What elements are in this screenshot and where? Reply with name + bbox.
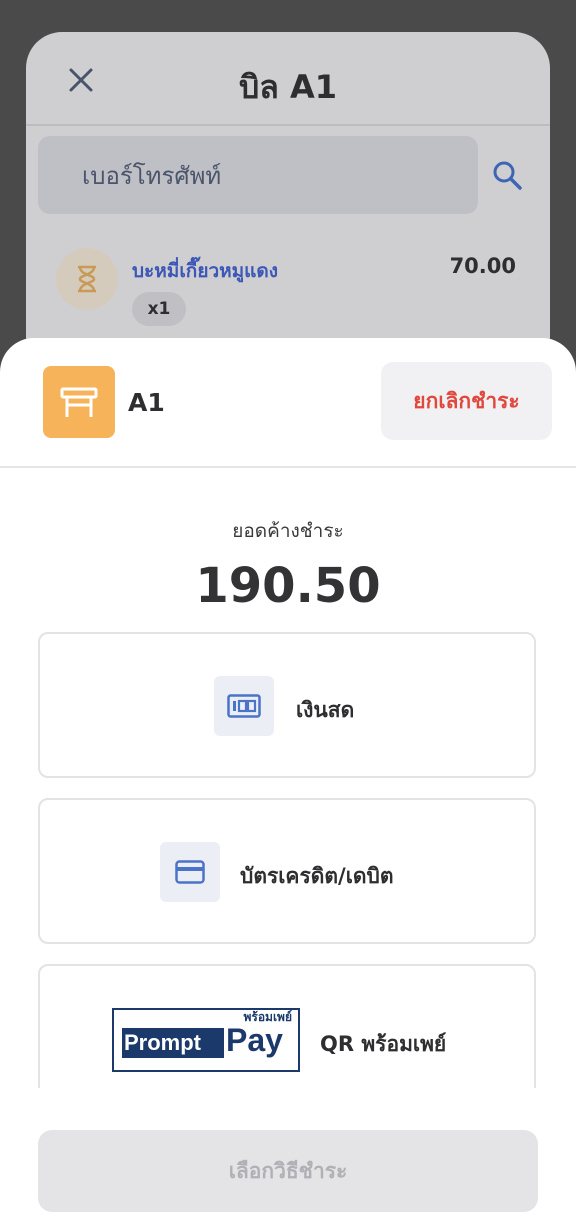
cancel-payment-button[interactable]: ยกเลิกชำระ (381, 362, 552, 440)
hourglass-icon (56, 248, 118, 310)
cash-label: เงินสด (296, 698, 355, 722)
bill-title: บิล A1 (238, 68, 338, 106)
payment-option-card[interactable]: บัตรเครดิต/เดบิต (38, 798, 536, 944)
cash-icon (214, 676, 274, 736)
promptpay-logo-pay: Pay (226, 1022, 283, 1058)
credit-card-icon (160, 842, 220, 902)
payment-sheet: A1 ยกเลิกชำระ ยอดค้างชำระ 190.50 เงินสด … (0, 338, 576, 1218)
item-name: บะหมี่เกี๊ยวหมูแดง (132, 260, 279, 282)
bill-header: บิล A1 (26, 32, 550, 126)
outstanding-amount: 190.50 (195, 558, 381, 614)
phone-search-input[interactable]: เบอร์โทรศัพท์ (38, 136, 478, 214)
table-icon (43, 366, 115, 438)
promptpay-label: QR พร้อมเพย์ (320, 1032, 447, 1056)
select-payment-method-button[interactable]: เลือกวิธีชำระ (38, 1130, 538, 1212)
item-qty-badge: x1 (132, 292, 186, 326)
promptpay-logo: พร้อมเพย์ Prompt Pay (112, 1008, 300, 1072)
table-name: A1 (128, 388, 165, 417)
outstanding-label: ยอดค้างชำระ (232, 520, 344, 542)
search-icon[interactable] (491, 159, 523, 191)
item-price: 70.00 (449, 254, 516, 278)
sheet-header: A1 ยกเลิกชำระ (0, 338, 576, 468)
card-label: บัตรเครดิต/เดบิต (240, 864, 394, 888)
promptpay-logo-prompt: Prompt (122, 1028, 224, 1058)
order-item[interactable]: บะหมี่เกี๊ยวหมูแดง 70.00 x1 (56, 248, 526, 348)
payment-option-cash[interactable]: เงินสด (38, 632, 536, 778)
